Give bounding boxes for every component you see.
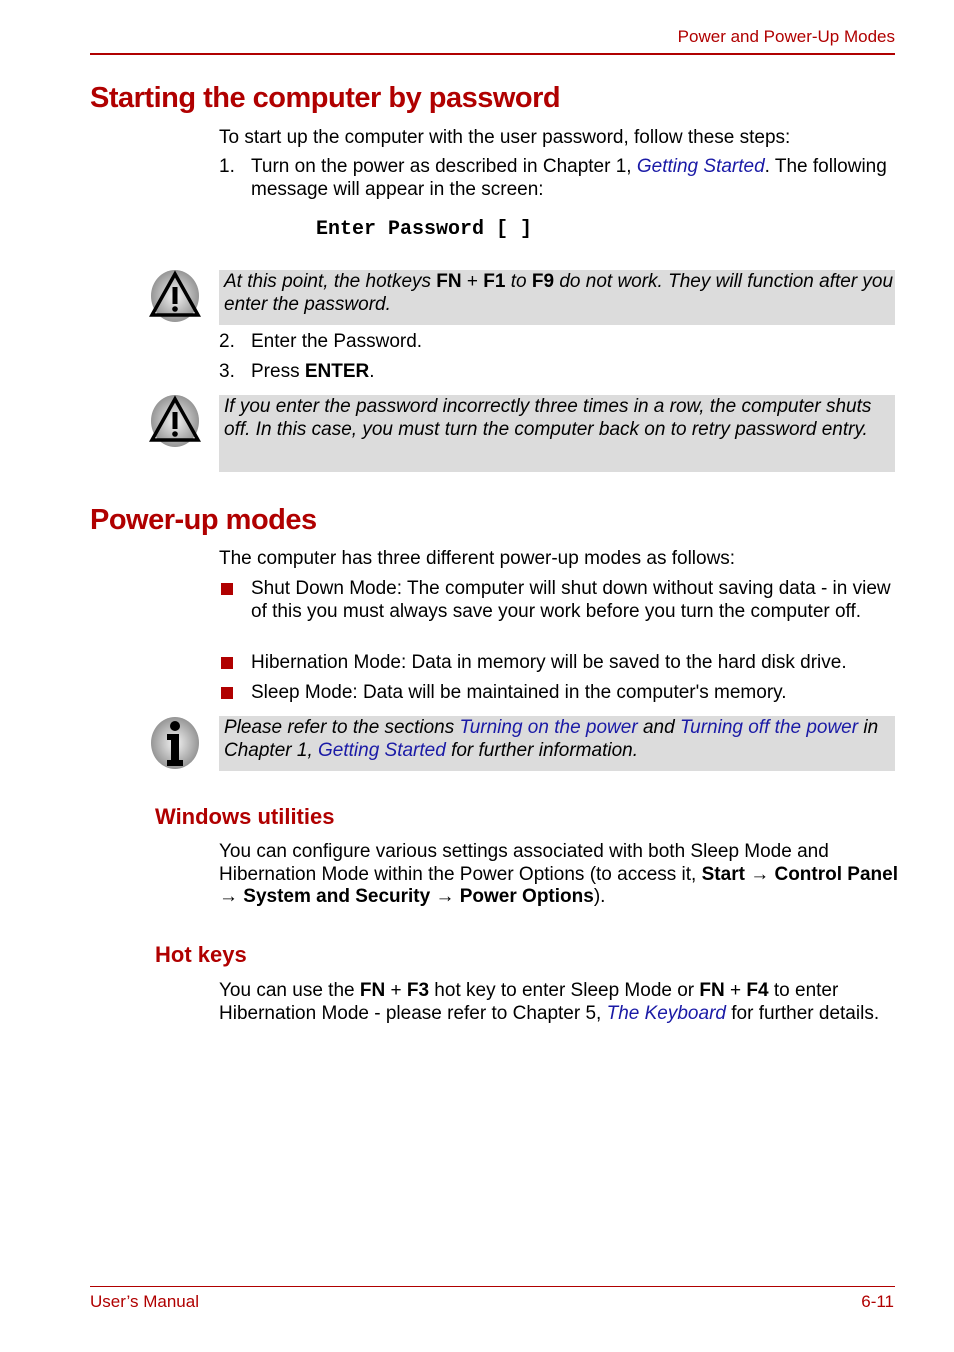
key-enter: ENTER (304, 361, 370, 382)
bullet-icon (221, 583, 233, 595)
running-title: Power and Power-Up Modes (677, 27, 895, 46)
intro-text: The computer has three different power-u… (219, 548, 736, 569)
section-heading-power-up-modes: Power-up modes (90, 504, 317, 536)
text: and (637, 717, 680, 738)
link-getting-started[interactable]: Getting Started (637, 156, 765, 177)
step-number: 1. (219, 156, 235, 177)
step-text: Enter the Password. (251, 331, 423, 352)
key-f4: F4 (746, 980, 769, 1001)
step-number: 3. (219, 361, 235, 382)
text: for further details. (725, 1002, 880, 1024)
list-item: Shut Down Mode: The computer will shut d… (219, 578, 899, 646)
page-number: 6-11 (861, 1292, 894, 1311)
caution-note-incorrect-password: If you enter the password incorrectly th… (219, 395, 895, 472)
warning-icon (149, 395, 201, 447)
warning-icon (149, 270, 201, 322)
intro-text: To start up the computer with the user p… (219, 127, 791, 148)
list-item-text: Sleep Mode: Data will be maintained in t… (251, 682, 787, 703)
header-rule (90, 53, 895, 55)
list-item-text: Shut Down Mode: The computer will shut d… (251, 578, 891, 622)
info-note-refer-sections: Please refer to the sections Turning on … (219, 716, 895, 771)
link-getting-started[interactable]: Getting Started (318, 740, 446, 761)
key-f3: F3 (406, 980, 430, 1001)
text: + (724, 980, 747, 1001)
text: You can use the (219, 980, 360, 1001)
text: for further information. (445, 739, 638, 761)
footer-manual-title: User’s Manual (90, 1292, 199, 1311)
key-fn: FN (359, 980, 386, 1001)
text: ). (593, 886, 606, 907)
bullet-icon (221, 657, 233, 669)
text: At this point, the hotkeys (224, 271, 437, 292)
text: + (385, 980, 407, 1001)
text: Press (251, 361, 305, 382)
text: Please refer to the sections (224, 717, 460, 738)
step-2: 2. Enter the Password. (219, 331, 899, 354)
hot-keys-text: You can use the FN + F3 hot key to enter… (219, 980, 899, 1025)
step-number: 2. (219, 331, 235, 352)
list-item: Hibernation Mode: Data in memory will be… (219, 652, 899, 675)
screen-message: Enter Password [ ] (316, 218, 533, 241)
footer-rule (90, 1286, 895, 1287)
text: . (369, 361, 375, 382)
key-fn: FN (436, 271, 462, 292)
text: + (461, 271, 484, 292)
step-3: 3. Press ENTER. (219, 361, 899, 384)
list-item-text: Hibernation Mode: Data in memory will be… (251, 652, 847, 673)
text: hot key to enter Sleep Mode or (429, 980, 700, 1001)
info-icon (151, 717, 199, 769)
caution-note-hotkeys: At this point, the hotkeys FN + F1 to F9… (219, 270, 895, 325)
step-1: 1. Turn on the power as described in Cha… (219, 156, 899, 202)
bullet-icon (221, 687, 233, 699)
text: to (505, 271, 532, 292)
step-text: Press ENTER. (251, 361, 899, 384)
link-turning-on-the-power[interactable]: Turning on the power (460, 717, 638, 738)
key-f9: F9 (531, 271, 555, 292)
section-heading-password: Starting the computer by password (90, 82, 561, 114)
link-the-keyboard[interactable]: The Keyboard (607, 1003, 726, 1024)
key-f1: F1 (483, 271, 506, 292)
text: Turn on the power as described in Chapte… (251, 156, 637, 177)
link-turning-off-the-power[interactable]: Turning off the power (680, 717, 858, 738)
step-text: Turn on the power as described in Chapte… (251, 156, 899, 201)
subheading-windows-utilities: Windows utilities (155, 804, 335, 829)
subheading-hot-keys: Hot keys (155, 942, 247, 967)
key-fn: FN (699, 980, 725, 1001)
list-item: Sleep Mode: Data will be maintained in t… (219, 682, 899, 705)
windows-utilities-text: You can configure various settings assoc… (219, 841, 899, 909)
